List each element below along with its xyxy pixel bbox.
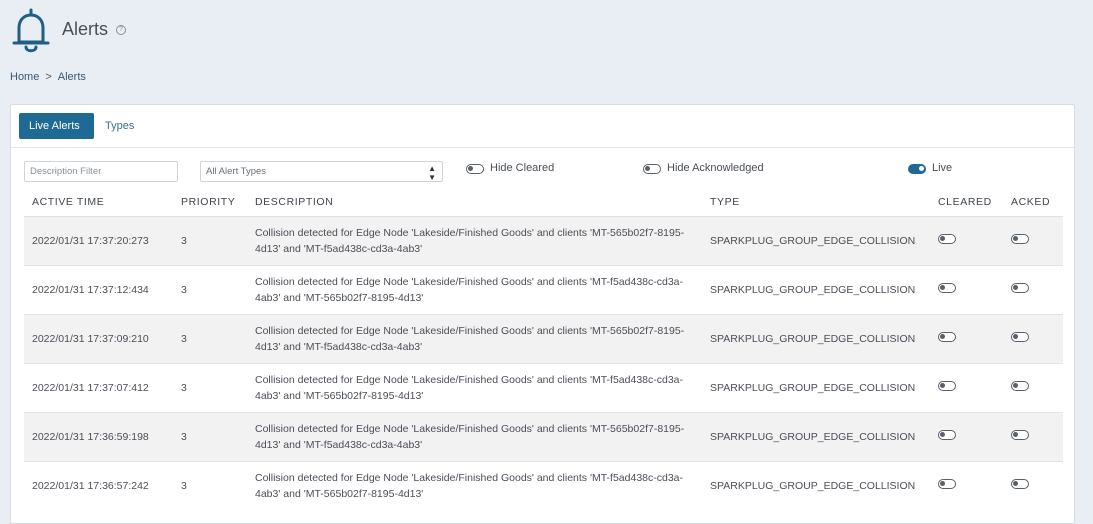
column-header-cleared[interactable]: CLEARED [930,188,1003,216]
cleared-switch[interactable] [938,478,956,489]
column-header-active-time[interactable]: ACTIVE TIME [24,188,173,216]
help-icon[interactable]: ? [116,25,126,35]
hide-acknowledged-switch[interactable] [643,164,661,174]
cleared-cell [930,363,1003,412]
column-header-priority[interactable]: PRIORITY [173,188,247,216]
acked-cell [1003,461,1063,510]
acked-switch[interactable] [1011,429,1029,440]
acked-switch[interactable] [1011,380,1029,391]
description-filter-input[interactable] [24,161,178,182]
table-row[interactable]: 2022/01/31 17:37:20:273 3 Collision dete… [24,216,1063,265]
cleared-switch[interactable] [938,282,956,293]
type-cell: SPARKPLUG_GROUP_EDGE_COLLISION [710,332,916,345]
cleared-cell [930,314,1003,363]
description-cell: Collision detected for Edge Node 'Lakesi… [255,422,685,451]
cleared-switch[interactable] [938,331,956,342]
cleared-switch[interactable] [938,380,956,391]
acked-cell [1003,265,1063,314]
description-cell: Collision detected for Edge Node 'Lakesi… [255,471,684,500]
cleared-switch[interactable] [938,233,956,244]
table-row[interactable]: 2022/01/31 17:37:12:434 3 Collision dete… [24,265,1063,314]
acked-cell [1003,363,1063,412]
alerts-panel: Live Alerts Types All Alert Types ▲▼ Hid… [10,104,1075,524]
tab-types[interactable]: Types [95,113,144,139]
hide-acknowledged-label: Hide Acknowledged [667,162,764,174]
acked-switch[interactable] [1011,331,1029,342]
type-cell: SPARKPLUG_GROUP_EDGE_COLLISION [710,234,916,247]
active-time-cell: 2022/01/31 17:37:20:273 [32,234,149,247]
acked-cell [1003,216,1063,265]
type-cell: SPARKPLUG_GROUP_EDGE_COLLISION [710,283,916,296]
table-header-row: ACTIVE TIME PRIORITY DESCRIPTION TYPE CL… [24,188,1063,216]
sort-arrows-icon: ▲ ▼ [428,164,436,182]
page-title: Alerts [62,19,109,39]
column-header-description[interactable]: DESCRIPTION [247,188,702,216]
cleared-cell [930,216,1003,265]
priority-cell: 3 [181,234,187,247]
active-time-cell: 2022/01/31 17:37:09:210 [32,332,149,345]
breadcrumb-home[interactable]: Home [10,71,39,83]
cleared-switch[interactable] [938,429,956,440]
type-cell: SPARKPLUG_GROUP_EDGE_COLLISION [710,430,916,443]
table-row[interactable]: 2022/01/31 17:37:07:412 3 Collision dete… [24,363,1063,412]
breadcrumb-separator: > [45,71,52,83]
cleared-cell [930,412,1003,461]
acked-cell [1003,314,1063,363]
type-cell: SPARKPLUG_GROUP_EDGE_COLLISION [710,381,916,394]
hide-cleared-switch[interactable] [466,164,484,174]
description-cell: Collision detected for Edge Node 'Lakesi… [255,324,685,353]
bell-icon [12,8,50,53]
breadcrumb: Home > Alerts [10,71,86,83]
tabs-divider [11,147,1074,148]
table-row[interactable]: 2022/01/31 17:36:57:242 3 Collision dete… [24,461,1063,510]
breadcrumb-current: Alerts [57,71,86,83]
alert-type-selected: All Alert Types [206,166,267,177]
active-time-cell: 2022/01/31 17:36:57:242 [32,479,149,492]
priority-cell: 3 [181,283,187,296]
priority-cell: 3 [181,381,187,394]
hide-cleared-label: Hide Cleared [490,162,555,174]
description-cell: Collision detected for Edge Node 'Lakesi… [255,226,685,255]
live-label: Live [932,162,953,174]
active-time-cell: 2022/01/31 17:37:12:434 [32,283,149,296]
type-cell: SPARKPLUG_GROUP_EDGE_COLLISION [710,479,916,492]
column-header-type[interactable]: TYPE [702,188,930,216]
cleared-cell [930,461,1003,510]
priority-cell: 3 [181,332,187,345]
acked-switch[interactable] [1011,282,1029,293]
alert-type-select[interactable]: All Alert Types ▲ ▼ [200,161,443,182]
active-time-cell: 2022/01/31 17:36:59:198 [32,430,149,443]
table-row[interactable]: 2022/01/31 17:36:59:198 3 Collision dete… [24,412,1063,461]
alerts-table: ACTIVE TIME PRIORITY DESCRIPTION TYPE CL… [24,188,1063,510]
column-header-acked[interactable]: ACKED [1003,188,1063,216]
table-row[interactable]: 2022/01/31 17:37:09:210 3 Collision dete… [24,314,1063,363]
live-switch[interactable] [908,164,926,174]
page-header: Alerts ? [0,0,1093,60]
description-cell: Collision detected for Edge Node 'Lakesi… [255,373,684,402]
active-time-cell: 2022/01/31 17:37:07:412 [32,381,149,394]
acked-cell [1003,412,1063,461]
cleared-cell [930,265,1003,314]
priority-cell: 3 [181,430,187,443]
description-cell: Collision detected for Edge Node 'Lakesi… [255,275,684,304]
acked-switch[interactable] [1011,233,1029,244]
tab-live-alerts[interactable]: Live Alerts [19,113,94,139]
acked-switch[interactable] [1011,478,1029,489]
priority-cell: 3 [181,479,187,492]
